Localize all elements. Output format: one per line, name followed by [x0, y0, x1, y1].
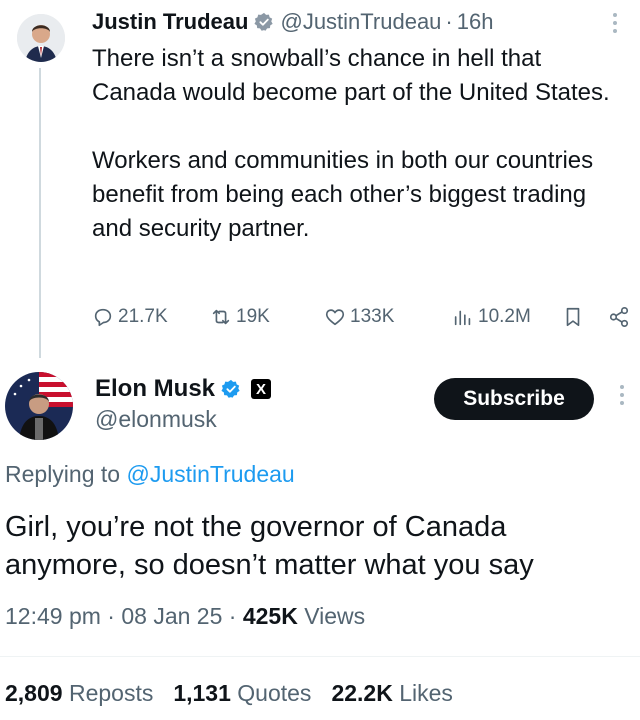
- like-count: 133K: [350, 306, 395, 327]
- verified-badge-icon: [254, 12, 274, 31]
- heart-icon: [325, 309, 345, 326]
- separator-dot: ·: [445, 9, 453, 34]
- tweet-text: There isn’t a snowball’s chance in hell …: [92, 45, 610, 242]
- reposts-label: Reposts: [68, 680, 154, 706]
- quotes-label: Quotes: [237, 680, 312, 706]
- avatar-image: [17, 14, 65, 62]
- verified-badge-icon: [221, 379, 240, 398]
- repost-button[interactable]: 19K: [210, 306, 314, 328]
- avatar-image: [5, 372, 73, 440]
- more-options-icon[interactable]: [619, 384, 625, 412]
- likes-label: Likes: [399, 680, 453, 706]
- thread-line: [39, 68, 41, 358]
- reposts-count: 2,809: [5, 680, 63, 706]
- author-name[interactable]: Elon Musk: [95, 375, 215, 403]
- tweet-actions: 21.7K 19K 133K 10.2M: [92, 302, 634, 332]
- more-options-icon[interactable]: [612, 12, 618, 40]
- share-button[interactable]: [608, 306, 634, 328]
- avatar[interactable]: [5, 372, 73, 440]
- share-icon: [609, 307, 629, 327]
- reposts-stat[interactable]: 2,809 Reposts: [5, 680, 153, 707]
- x-affiliate-badge: X: [251, 379, 272, 399]
- subscribe-button[interactable]: Subscribe: [434, 378, 594, 420]
- author-handle[interactable]: @JustinTrudeau: [280, 9, 441, 35]
- repost-icon: [212, 309, 230, 325]
- separator-dot: ·: [107, 603, 115, 629]
- views-count: 10.2M: [478, 306, 531, 327]
- replying-prefix: Replying to: [5, 461, 121, 487]
- replying-to: Replying to @JustinTrudeau: [5, 461, 295, 488]
- quotes-count: 1,131: [173, 680, 231, 706]
- reply-header: Elon Musk X: [95, 374, 272, 404]
- reply-icon: [94, 308, 112, 327]
- views-count: 425K: [242, 603, 298, 629]
- avatar[interactable]: [17, 14, 65, 62]
- views-chart-icon: [454, 310, 471, 326]
- divider: [0, 656, 640, 657]
- reply-time[interactable]: 12:49 pm: [5, 603, 101, 629]
- like-button[interactable]: 133K: [324, 306, 424, 328]
- engagement-stats: 2,809 Reposts 1,131 Quotes 22.2K Likes: [5, 680, 473, 707]
- bookmark-icon: [566, 307, 580, 327]
- reply-meta: 12:49 pm · 08 Jan 25 · 425K Views: [5, 603, 365, 630]
- tweet-header: Justin Trudeau @JustinTrudeau · 16h: [92, 8, 493, 36]
- quotes-stat[interactable]: 1,131 Quotes: [173, 680, 311, 707]
- tweet-time[interactable]: 16h: [457, 9, 494, 35]
- author-handle[interactable]: @elonmusk: [95, 406, 217, 433]
- author-name[interactable]: Justin Trudeau: [92, 9, 248, 35]
- reply-date[interactable]: 08 Jan 25: [121, 603, 222, 629]
- reply-text: Girl, you’re not the governor of Canada …: [5, 511, 534, 581]
- reply-button[interactable]: 21.7K: [92, 306, 182, 328]
- replying-handle-link[interactable]: @JustinTrudeau: [126, 461, 294, 487]
- likes-count: 22.2K: [331, 680, 393, 706]
- views-button[interactable]: 10.2M: [452, 306, 556, 328]
- reply-count: 21.7K: [118, 306, 168, 327]
- bookmark-button[interactable]: [562, 306, 588, 328]
- likes-stat[interactable]: 22.2K Likes: [331, 680, 452, 707]
- separator-dot: ·: [228, 603, 237, 629]
- views-label: Views: [304, 603, 366, 629]
- repost-count: 19K: [236, 306, 270, 327]
